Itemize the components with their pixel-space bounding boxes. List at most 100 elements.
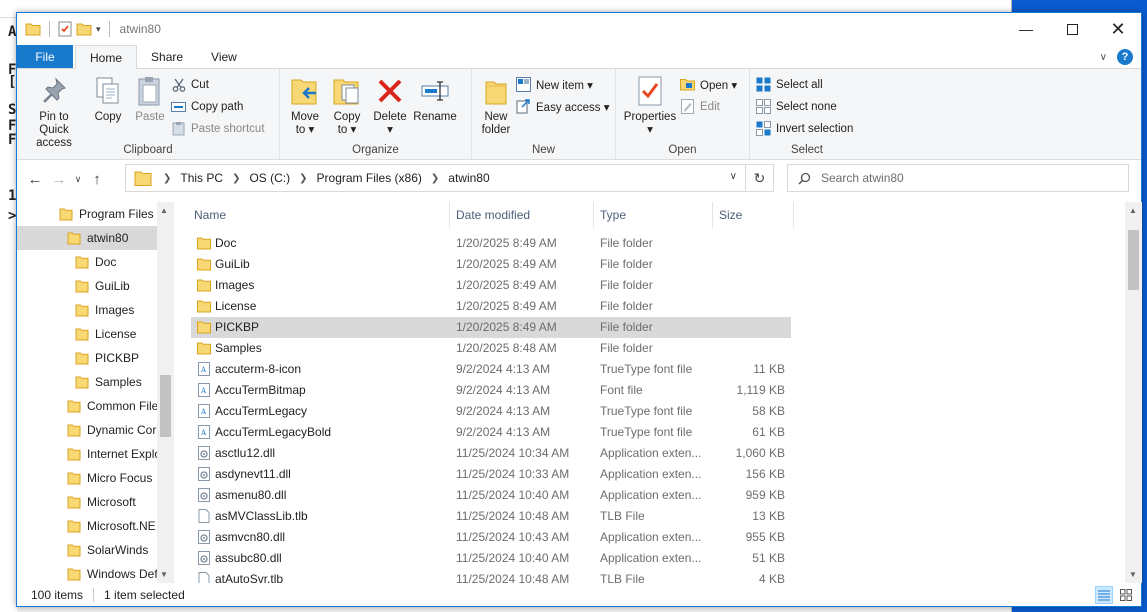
nav-item[interactable]: Images — [17, 298, 173, 322]
scrollbar-thumb[interactable] — [160, 375, 171, 437]
tab-share[interactable]: Share — [137, 45, 197, 68]
breadcrumb-program-files[interactable]: Program Files (x86) — [317, 171, 422, 185]
tab-view[interactable]: View — [197, 45, 251, 68]
refresh-button[interactable]: ↻ — [746, 164, 774, 192]
breadcrumb-atwin80[interactable]: atwin80 — [448, 171, 489, 185]
breadcrumb-this-pc[interactable]: This PC — [180, 171, 223, 185]
folder-icon — [25, 23, 41, 36]
nav-item-label: Common File — [87, 399, 159, 413]
open-button[interactable]: Open ▾ — [680, 75, 741, 94]
tab-home[interactable]: Home — [75, 45, 138, 69]
file-size: 13 KB — [752, 509, 785, 523]
column-header-date[interactable]: Date modified — [453, 202, 594, 228]
select-all-button[interactable]: Select all — [756, 75, 857, 94]
scrollbar-thumb[interactable] — [1128, 230, 1139, 290]
file-row[interactable]: Images 1/20/2025 8:49 AM File folder — [191, 275, 791, 296]
column-header-size[interactable]: Size — [716, 202, 794, 228]
file-row[interactable]: atAutoSvr.tlb 11/25/2024 10:48 AM TLB File… — [191, 569, 791, 583]
back-button[interactable]: ← — [23, 167, 47, 191]
navigation-pane-scrollbar[interactable]: ▲ ▼ — [157, 202, 174, 583]
forward-button[interactable]: → — [47, 167, 71, 191]
tab-file[interactable]: File — [17, 45, 73, 68]
nav-item[interactable]: Program Files ( — [17, 202, 173, 226]
search-input[interactable]: Search atwin80 — [787, 164, 1129, 192]
details-view-icon — [1098, 590, 1110, 601]
file-name: asmenu80.dll — [215, 488, 287, 502]
nav-item[interactable]: Samples — [17, 370, 173, 394]
edit-button[interactable]: Edit — [680, 97, 741, 116]
nav-item[interactable]: SolarWinds — [17, 538, 173, 562]
file-list-scrollbar[interactable]: ▲ ▼ — [1125, 202, 1142, 583]
large-icons-view-button[interactable] — [1117, 586, 1135, 604]
new-item-button[interactable]: New item ▾ — [516, 75, 614, 94]
nav-item[interactable]: Internet Explo — [17, 442, 173, 466]
scroll-up-icon[interactable]: ▲ — [1129, 206, 1137, 215]
scroll-up-icon[interactable]: ▲ — [160, 206, 168, 215]
nav-item-label: PICKBP — [95, 351, 140, 365]
file-row[interactable]: Samples 1/20/2025 8:48 AM File folder — [191, 338, 791, 359]
up-button[interactable]: ↑ — [85, 167, 109, 191]
nav-item[interactable]: Common File — [17, 394, 173, 418]
minimize-button[interactable]: — — [1003, 13, 1049, 45]
nav-item-label: Microsoft — [87, 495, 136, 509]
nav-item[interactable]: atwin80 — [17, 226, 173, 250]
folder-icon — [67, 520, 81, 533]
column-header-type[interactable]: Type — [597, 202, 713, 228]
file-row[interactable]: assubc80.dll 11/25/2024 10:40 AM Applicati… — [191, 548, 791, 569]
customize-qat-icon[interactable]: ▾ — [96, 24, 101, 35]
chevron-right-icon[interactable]: ❯ — [299, 173, 307, 184]
chevron-right-icon[interactable]: ❯ — [163, 173, 171, 184]
help-icon[interactable]: ? — [1117, 49, 1133, 65]
file-row[interactable]: asmenu80.dll 11/25/2024 10:40 AM Applicati… — [191, 485, 791, 506]
maximize-button[interactable] — [1049, 13, 1095, 45]
font-file-icon: A — [198, 404, 210, 418]
file-row[interactable]: License 1/20/2025 8:49 AM File folder — [191, 296, 791, 317]
file-row[interactable]: Doc 1/20/2025 8:49 AM File folder — [191, 233, 791, 254]
file-row[interactable]: asctlu12.dll 11/25/2024 10:34 AM Applicati… — [191, 443, 791, 464]
nav-item[interactable]: Microsoft — [17, 490, 173, 514]
address-dropdown-icon[interactable]: ∨ — [730, 171, 737, 182]
nav-item[interactable]: GuiLib — [17, 274, 173, 298]
cut-button[interactable]: Cut — [171, 75, 269, 94]
new-folder-icon[interactable] — [76, 22, 92, 36]
nav-item[interactable]: Microsoft.NE — [17, 514, 173, 538]
easy-access-button[interactable]: Easy access ▾ — [516, 97, 614, 116]
details-view-button[interactable] — [1095, 586, 1113, 604]
column-header-name[interactable]: Name — [191, 202, 450, 228]
file-name: Images — [215, 278, 255, 292]
copy-path-button[interactable]: Copy path — [171, 97, 269, 116]
group-select: Select all Select none Invert selection … — [750, 69, 864, 159]
breadcrumb-os-c[interactable]: OS (C:) — [249, 171, 290, 185]
file-row[interactable]: asdynevt11.dll 11/25/2024 10:33 AM Applica… — [191, 464, 791, 485]
expand-ribbon-icon[interactable]: ∨ — [1100, 52, 1107, 63]
invert-selection-button[interactable]: Invert selection — [756, 119, 857, 138]
chevron-right-icon[interactable]: ❯ — [232, 173, 240, 184]
file-size: 1,060 KB — [735, 446, 785, 460]
file-row[interactable]: asMVClassLib.tlb 11/25/2024 10:48 AM TLB F… — [191, 506, 791, 527]
paste-shortcut-button[interactable]: Paste shortcut — [171, 119, 269, 138]
address-bar[interactable]: ❯ This PC ❯ OS (C:) ❯ Program Files (x86… — [125, 164, 746, 192]
nav-item[interactable]: PICKBP — [17, 346, 173, 370]
nav-item[interactable]: Dynamic Cor — [17, 418, 173, 442]
file-row[interactable]: A AccuTermBitmap 9/2/2024 4:13 AM Font file… — [191, 380, 791, 401]
nav-item[interactable]: License — [17, 322, 173, 346]
nav-item[interactable]: Micro Focus — [17, 466, 173, 490]
file-row[interactable]: GuiLib 1/20/2025 8:49 AM File folder — [191, 254, 791, 275]
properties-icon[interactable] — [58, 21, 72, 37]
nav-item[interactable]: Windows Def — [17, 562, 173, 583]
file-row[interactable]: A AccuTermLegacy 9/2/2024 4:13 AM TrueType … — [191, 401, 791, 422]
file-row[interactable]: A AccuTermLegacyBold 9/2/2024 4:13 AM TrueT… — [191, 422, 791, 443]
file-row[interactable]: PICKBP 1/20/2025 8:49 AM File folder — [191, 317, 791, 338]
file-row[interactable]: Aaccuterm-8-icon 9/2/2024 4:13 AM TrueType… — [191, 359, 791, 380]
edit-icon — [681, 99, 694, 114]
file-size: 61 KB — [752, 425, 785, 439]
select-none-button[interactable]: Select none — [756, 97, 857, 116]
close-button[interactable]: ✕ — [1095, 13, 1141, 45]
scroll-down-icon[interactable]: ▼ — [1129, 570, 1137, 579]
recent-locations-button[interactable]: ∨ — [71, 167, 85, 191]
chevron-right-icon[interactable]: ❯ — [431, 173, 439, 184]
ribbon: Pin to Quick access Copy Paste Cut Copy … — [17, 69, 1141, 160]
scroll-down-icon[interactable]: ▼ — [160, 570, 168, 579]
file-row[interactable]: asmvcn80.dll 11/25/2024 10:43 AM Applicati… — [191, 527, 791, 548]
nav-item[interactable]: Doc — [17, 250, 173, 274]
